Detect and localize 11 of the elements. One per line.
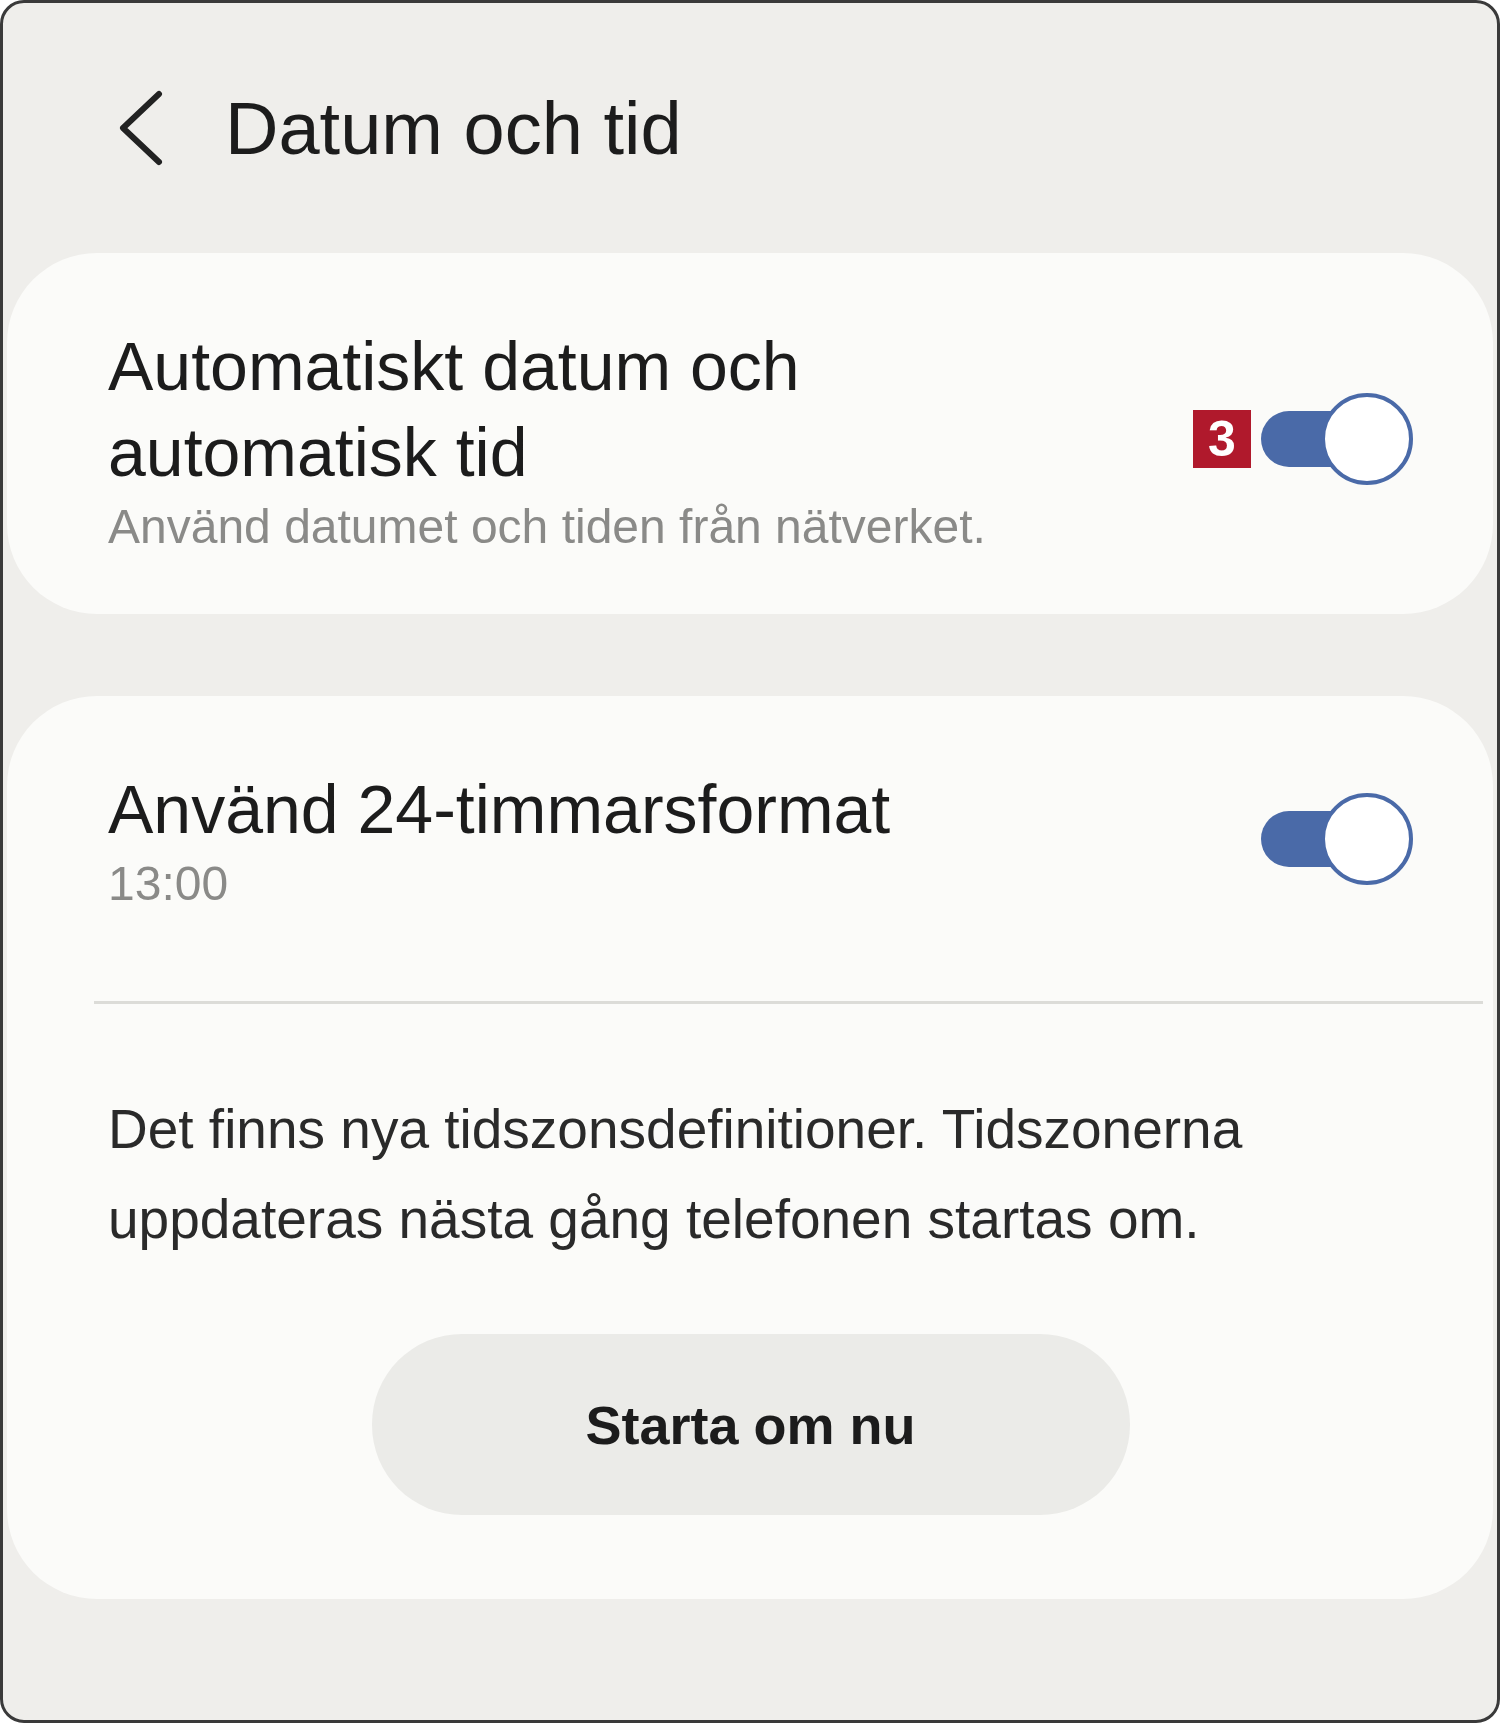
page-title: Datum och tid	[225, 85, 682, 171]
toggle-switch[interactable]	[1261, 392, 1413, 485]
back-icon[interactable]	[117, 90, 165, 166]
notice-text: Det finns nya tidszonsdefinitioner. Tidszonerna uppdateras nästa gång telefonen startas om.	[108, 1097, 1244, 1252]
setting-subtitle: 13:00	[108, 856, 230, 911]
number-badge: 3	[1193, 409, 1251, 468]
setting-title: Använd 24-timmarsformat	[108, 770, 891, 849]
setting-subtitle: Använd datumet och tiden från nätverket.	[108, 499, 987, 554]
toggle-switch[interactable]	[1261, 792, 1413, 885]
setting-title: Automatiskt datum och automatisk tid	[108, 327, 801, 492]
restart-button[interactable]: Starta om nu	[371, 1334, 1130, 1515]
